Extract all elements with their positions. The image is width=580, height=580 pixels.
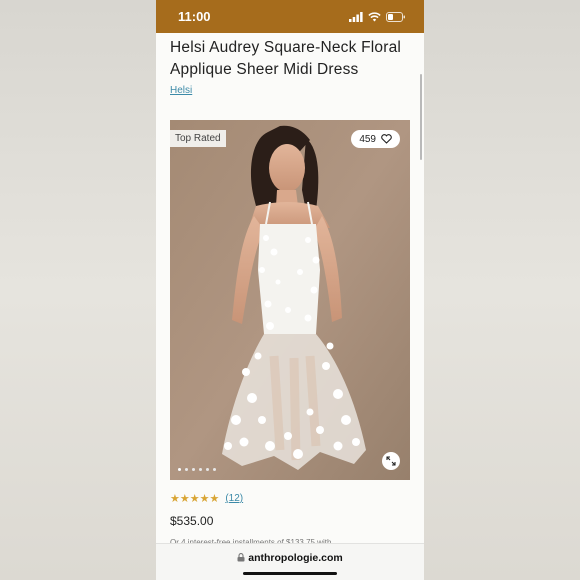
status-bar: 11:00: [156, 0, 424, 33]
url-display[interactable]: anthropologie.com: [156, 552, 424, 564]
signal-icon: [349, 11, 363, 22]
review-count-link[interactable]: (12): [225, 493, 243, 504]
carousel-dot[interactable]: [192, 468, 195, 471]
rating-row: ★★★★★ (12): [170, 492, 243, 505]
background-left: [0, 0, 156, 580]
product-image[interactable]: Top Rated 459: [170, 120, 410, 480]
product-title: Helsi Audrey Square-Neck Floral Applique…: [170, 39, 402, 78]
carousel-dot[interactable]: [199, 468, 202, 471]
carousel-dot[interactable]: [213, 468, 216, 471]
product-price: $535.00: [170, 514, 214, 528]
scrollbar[interactable]: [420, 74, 422, 160]
url-text: anthropologie.com: [248, 552, 343, 564]
status-time: 11:00: [178, 9, 211, 24]
brand-link[interactable]: Helsi: [170, 85, 410, 96]
expand-image-button[interactable]: [382, 452, 400, 470]
expand-icon: [386, 456, 396, 466]
top-rated-badge: Top Rated: [170, 130, 226, 147]
heart-icon: [381, 134, 392, 144]
battery-icon: [386, 11, 405, 22]
home-indicator[interactable]: [243, 572, 337, 575]
status-icons: [349, 11, 406, 22]
phone-screen: 11:00 Helsi Audrey Square-Neck Floral Ap…: [156, 0, 424, 580]
browser-address-bar[interactable]: anthropologie.com: [156, 543, 424, 580]
carousel-dots[interactable]: [178, 468, 216, 471]
background-right: [424, 0, 580, 580]
lock-icon: [237, 553, 245, 562]
like-count: 459: [359, 133, 376, 145]
rating-stars: ★★★★★: [170, 493, 220, 505]
carousel-dot[interactable]: [206, 468, 209, 471]
wifi-icon: [368, 11, 381, 21]
favorite-button[interactable]: 459: [351, 130, 400, 148]
carousel-dot[interactable]: [185, 468, 188, 471]
carousel-dot[interactable]: [178, 468, 181, 471]
dress-photo: [170, 120, 410, 480]
